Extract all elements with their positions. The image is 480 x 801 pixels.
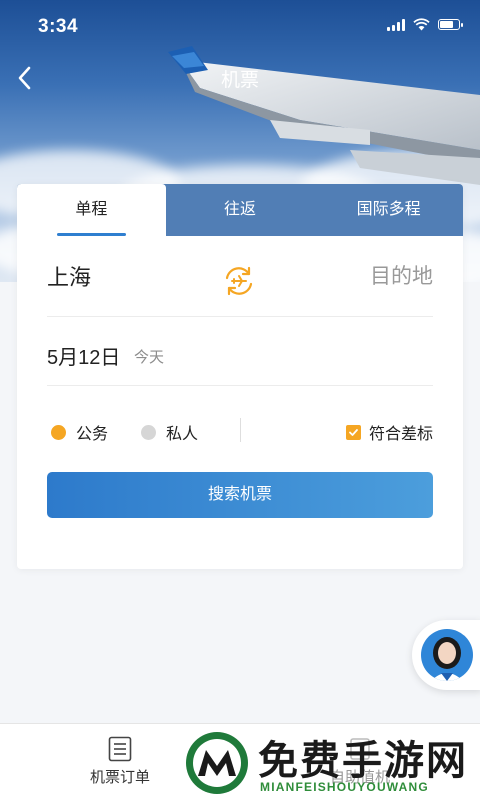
tab-international-multi-city[interactable]: 国际多程 bbox=[314, 184, 463, 236]
radio-label: 私人 bbox=[166, 426, 199, 443]
radio-selected-dot bbox=[51, 424, 66, 440]
tab-self-checkin[interactable]: 自助值机 bbox=[300, 736, 420, 787]
list-document-icon bbox=[108, 736, 132, 762]
radio-label: 公务 bbox=[76, 426, 109, 443]
purpose-personal-radio[interactable]: 私人 bbox=[141, 420, 198, 444]
travel-purpose-row: 公务 私人 符合差标 bbox=[47, 410, 433, 450]
tab-label: 机票订单 bbox=[89, 769, 150, 786]
swap-airplane-icon bbox=[225, 266, 253, 296]
date-hint: 今天 bbox=[134, 349, 165, 366]
tab-label: 国际多程 bbox=[356, 201, 421, 218]
assistant-avatar bbox=[421, 629, 473, 681]
tab-round-trip[interactable]: 往返 bbox=[166, 184, 315, 236]
status-icons bbox=[387, 18, 463, 31]
customer-service-button[interactable] bbox=[412, 620, 480, 690]
search-flights-button[interactable]: 搜索机票 bbox=[47, 472, 433, 518]
battery-icon bbox=[438, 19, 463, 30]
checkbox-checked-icon bbox=[345, 424, 361, 440]
checkin-icon bbox=[350, 738, 370, 760]
checkbox-label: 符合差标 bbox=[368, 426, 433, 443]
status-bar: 3:34 bbox=[0, 0, 480, 56]
destination-city[interactable]: 目的地 bbox=[370, 260, 433, 290]
tab-label: 往返 bbox=[224, 201, 257, 218]
nav-bar: 机票 bbox=[0, 56, 480, 100]
departure-date-row[interactable]: 5月12日 今天 bbox=[47, 317, 433, 386]
tab-one-way[interactable]: 单程 bbox=[17, 184, 166, 236]
tab-label: 单程 bbox=[75, 201, 108, 218]
departure-date: 5月12日 bbox=[47, 347, 121, 369]
bottom-tab-bar: 机票订单 自助值机 bbox=[0, 723, 480, 801]
radio-unselected-dot bbox=[141, 424, 156, 440]
policy-compliant-checkbox[interactable]: 符合差标 bbox=[345, 420, 433, 444]
trip-type-tabs: 单程 往返 国际多程 bbox=[17, 184, 463, 236]
divider bbox=[240, 418, 241, 442]
departure-city[interactable]: 上海 bbox=[47, 260, 91, 292]
page-title: 机票 bbox=[220, 70, 259, 91]
purpose-business-radio[interactable]: 公务 bbox=[51, 420, 108, 444]
swap-cities-button[interactable] bbox=[222, 264, 256, 298]
route-row: 上海 目的地 bbox=[47, 236, 433, 317]
tab-flight-orders[interactable]: 机票订单 bbox=[60, 736, 180, 787]
flight-search-card: 单程 往返 国际多程 上海 目的地 5月12日 今天 公务 私人 符合差标 搜索… bbox=[17, 184, 463, 569]
tab-label: 自助值机 bbox=[329, 769, 390, 786]
cellular-signal-icon bbox=[387, 18, 405, 31]
status-time: 3:34 bbox=[38, 16, 79, 37]
wifi-icon bbox=[413, 18, 430, 31]
